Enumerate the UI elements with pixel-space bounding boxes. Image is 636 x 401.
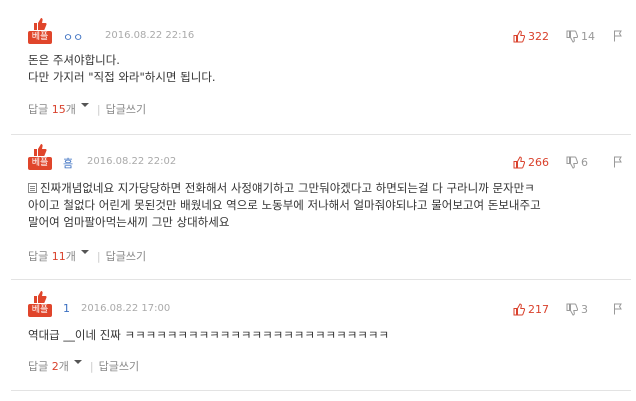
reply-toggle[interactable]: 답글 15개 [28, 103, 95, 117]
reply-toggle[interactable]: 답글 11개 [28, 250, 95, 264]
badge-label: 베플 [28, 304, 52, 317]
write-reply-link[interactable]: 답글쓰기 [106, 103, 146, 117]
comment-line: 역대급 __이네 진짜 ㅋㅋㅋㅋㅋㅋㅋㅋㅋㅋㅋㅋㅋㅋㅋㅋㅋㅋㅋㅋㅋㅋㅋㅋㅋ [28, 328, 390, 342]
author-nickname[interactable]: 1 [63, 302, 70, 315]
badge-label: 베플 [28, 157, 52, 170]
reply-count: 15 [51, 103, 66, 116]
separator: | [96, 250, 101, 263]
comment-header: 베플 흠 2016.08.22 22:02 266 6 [28, 143, 623, 171]
upvote-count: 217 [528, 303, 549, 316]
reply-count: 11 [51, 250, 66, 263]
comment-line: 진짜개념없네요 지가당당하면 전화해서 사정얘기하고 그만둬야겠다고 하면되는걸… [40, 181, 535, 195]
reply-count: 2 [51, 360, 59, 373]
comment-body: 진짜개념없네요 지가당당하면 전화해서 사정얘기하고 그만둬야겠다고 하면되는걸… [28, 180, 541, 231]
comment-divider [11, 279, 631, 280]
report-flag-icon[interactable] [613, 303, 623, 315]
separator: | [89, 360, 94, 373]
comment-body: 역대급 __이네 진짜 ㅋㅋㅋㅋㅋㅋㅋㅋㅋㅋㅋㅋㅋㅋㅋㅋㅋㅋㅋㅋㅋㅋㅋㅋㅋ [28, 327, 389, 344]
downvote-count: 14 [581, 30, 595, 43]
upvote-button[interactable]: 322 [513, 30, 549, 44]
comment-line: 다만 가지러 "직접 와라"하시면 됩니다. [28, 70, 216, 84]
downvote-count: 6 [581, 156, 588, 169]
thumbs-up-icon [513, 303, 525, 316]
write-reply-link[interactable]: 답글쓰기 [99, 360, 139, 374]
chevron-down-icon [80, 103, 89, 107]
vote-area: 322 14 [513, 30, 623, 44]
thumbs-down-icon [566, 156, 578, 169]
reply-toggle[interactable]: 답글 2개 [28, 360, 88, 374]
upvote-count: 322 [528, 30, 549, 43]
comment-list: 베플 ㅇㅇ 2016.08.22 22:16 322 14 돈은 주셔야합니다.… [11, 0, 631, 401]
comment-line: 아이고 철없다 어린게 못된것만 배웠네요 역으로 노동부에 저나해서 얼마줘야… [28, 198, 541, 212]
comment-body: 돈은 주셔야합니다. 다만 가지러 "직접 와라"하시면 됩니다. [28, 52, 216, 86]
chevron-down-icon [80, 250, 89, 254]
comment-header: 베플 ㅇㅇ 2016.08.22 22:16 322 14 [28, 17, 623, 45]
thumbs-up-icon [34, 144, 47, 156]
write-reply-link[interactable]: 답글쓰기 [106, 250, 146, 264]
downvote-button[interactable]: 6 [566, 156, 588, 170]
comment-header: 베플 1 2016.08.22 17:00 217 3 [28, 290, 623, 318]
author-nickname[interactable]: ㅇㅇ [63, 29, 83, 45]
upvote-button[interactable]: 266 [513, 156, 549, 170]
vote-area: 266 6 [513, 156, 623, 170]
report-flag-icon[interactable] [613, 156, 623, 168]
vote-area: 217 3 [513, 303, 623, 317]
downvote-button[interactable]: 3 [566, 303, 588, 317]
downvote-button[interactable]: 14 [566, 30, 595, 44]
badge-label: 베플 [28, 31, 52, 44]
thumbs-up-icon [34, 291, 47, 303]
thumbs-up-icon [513, 156, 525, 169]
thumbs-up-icon [513, 30, 525, 43]
upvote-count: 266 [528, 156, 549, 169]
thumbs-up-icon [34, 18, 47, 30]
reply-bar: 답글 2개 | 답글쓰기 [28, 360, 139, 374]
comment-line: 돈은 주셔야합니다. [28, 53, 120, 67]
document-icon [28, 183, 37, 193]
upvote-button[interactable]: 217 [513, 303, 549, 317]
comment-line: 말어여 엄마팔아먹는새끼 그만 상대하세요 [28, 215, 230, 229]
thumbs-down-icon [566, 303, 578, 316]
reply-bar: 답글 11개 | 답글쓰기 [28, 250, 146, 264]
report-flag-icon[interactable] [613, 30, 623, 42]
best-comment-badge: 베플 [28, 17, 52, 45]
comment-date: 2016.08.22 17:00 [81, 303, 171, 314]
comment-date: 2016.08.22 22:02 [87, 156, 177, 167]
separator: | [96, 103, 101, 116]
best-comment-badge: 베플 [28, 290, 52, 318]
comment-date: 2016.08.22 22:16 [105, 30, 195, 41]
best-comment-badge: 베플 [28, 143, 52, 171]
comment-divider [11, 134, 631, 135]
thumbs-down-icon [566, 30, 578, 43]
reply-bar: 답글 15개 | 답글쓰기 [28, 103, 146, 117]
comment-divider [11, 390, 631, 391]
downvote-count: 3 [581, 303, 588, 316]
chevron-down-icon [73, 360, 82, 364]
author-nickname[interactable]: 흠 [63, 155, 73, 171]
